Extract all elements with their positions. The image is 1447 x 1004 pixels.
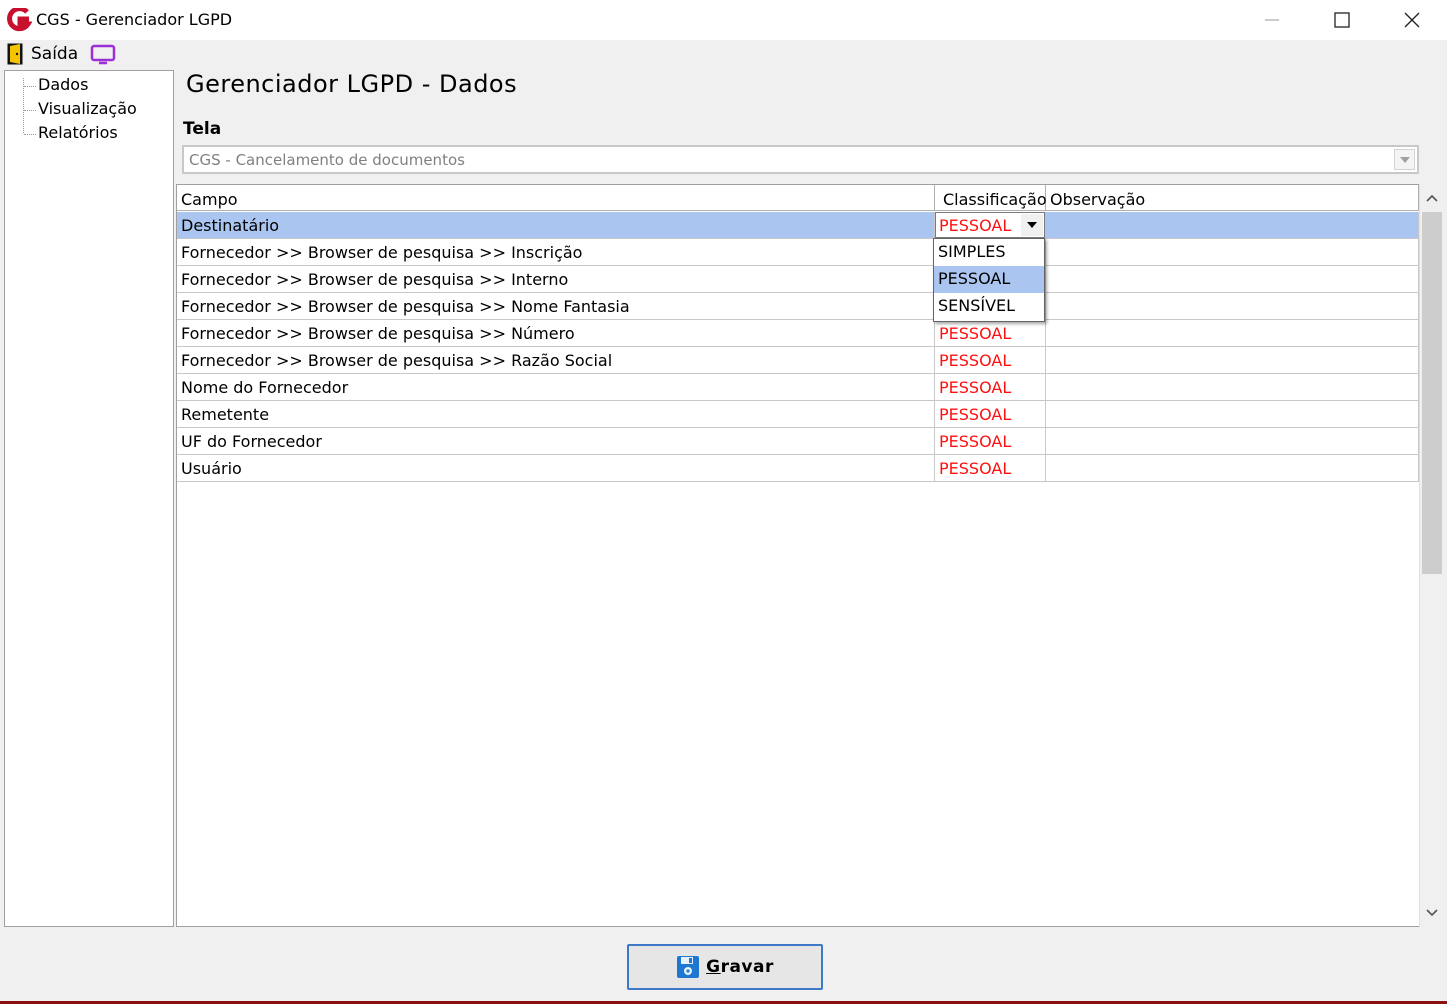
scroll-up-button[interactable]: [1420, 184, 1444, 212]
classificacao-editor-value[interactable]: PESSOAL: [939, 216, 1011, 235]
tela-label: Tela: [183, 119, 222, 139]
dropdown-option-sensivel[interactable]: SENSÍVEL: [934, 293, 1044, 320]
cell-observacao[interactable]: [1046, 212, 1419, 238]
table-row[interactable]: Usuário PESSOAL: [177, 455, 1419, 482]
classificacao-dropdown-list: SIMPLES PESSOAL SENSÍVEL: [933, 238, 1045, 322]
dropdown-option-simples[interactable]: SIMPLES: [934, 239, 1044, 266]
tree-connector: [24, 86, 36, 87]
tela-select-dropdown-button[interactable]: [1394, 149, 1415, 170]
table-row[interactable]: Fornecedor >> Browser de pesquisa >> Raz…: [177, 347, 1419, 374]
cell-observacao[interactable]: [1046, 266, 1419, 292]
classificacao-editor[interactable]: PESSOAL: [935, 212, 1045, 238]
cell-campo[interactable]: Destinatário: [177, 212, 935, 238]
menu-bar: [0, 40, 1447, 70]
tree-item-visualizacao[interactable]: Visualização: [38, 99, 137, 118]
table-row[interactable]: Nome do Fornecedor PESSOAL: [177, 374, 1419, 401]
tree-connector: [24, 110, 36, 111]
cell-campo[interactable]: UF do Fornecedor: [177, 428, 935, 454]
cell-observacao[interactable]: [1046, 239, 1419, 265]
cell-classificacao[interactable]: PESSOAL: [935, 374, 1046, 400]
tela-select[interactable]: CGS - Cancelamento de documentos: [182, 145, 1419, 174]
table-row[interactable]: Destinatário PESSOAL: [177, 212, 1419, 239]
table-row[interactable]: Fornecedor >> Browser de pesquisa >> Ins…: [177, 239, 1419, 266]
table-row[interactable]: Fornecedor >> Browser de pesquisa >> Int…: [177, 266, 1419, 293]
cell-classificacao[interactable]: PESSOAL: [935, 455, 1046, 481]
app-logo-icon: [6, 6, 33, 32]
navigation-tree: [4, 70, 174, 927]
column-header-campo[interactable]: Campo: [177, 185, 935, 211]
cell-classificacao[interactable]: PESSOAL: [935, 320, 1046, 346]
column-header-observacao[interactable]: Observação: [1046, 185, 1419, 211]
tree-connector: [24, 134, 36, 135]
save-button[interactable]: Gravar: [627, 944, 823, 990]
minimize-button[interactable]: [1237, 0, 1307, 40]
cell-observacao[interactable]: [1046, 347, 1419, 373]
tela-select-value: CGS - Cancelamento de documentos: [189, 151, 465, 169]
maximize-button[interactable]: [1307, 0, 1377, 40]
close-icon: [1404, 12, 1420, 28]
tree-item-dados[interactable]: Dados: [38, 75, 88, 94]
cell-campo[interactable]: Fornecedor >> Browser de pesquisa >> Nom…: [177, 293, 935, 319]
chevron-up-icon: [1426, 194, 1438, 202]
data-grid: Campo Classificação Observação Destinatá…: [176, 184, 1444, 927]
window-title: CGS - Gerenciador LGPD: [36, 10, 233, 29]
close-button[interactable]: [1377, 0, 1447, 40]
cell-observacao[interactable]: [1046, 401, 1419, 427]
cell-campo[interactable]: Remetente: [177, 401, 935, 427]
table-row[interactable]: Remetente PESSOAL: [177, 401, 1419, 428]
grid-header: Campo Classificação Observação: [177, 185, 1419, 211]
chevron-down-icon: [1426, 909, 1438, 917]
cell-campo[interactable]: Fornecedor >> Browser de pesquisa >> Raz…: [177, 347, 935, 373]
cell-classificacao[interactable]: PESSOAL: [935, 347, 1046, 373]
cell-observacao[interactable]: [1046, 293, 1419, 319]
cell-campo[interactable]: Nome do Fornecedor: [177, 374, 935, 400]
cell-campo[interactable]: Usuário: [177, 455, 935, 481]
exit-door-icon[interactable]: [7, 43, 23, 65]
cell-observacao[interactable]: [1046, 428, 1419, 454]
tree-item-relatorios[interactable]: Relatórios: [38, 123, 118, 142]
monitor-icon[interactable]: [90, 44, 116, 66]
minimize-icon: [1265, 19, 1279, 21]
table-row[interactable]: Fornecedor >> Browser de pesquisa >> Núm…: [177, 320, 1419, 347]
cell-classificacao[interactable]: PESSOAL: [935, 428, 1046, 454]
scroll-down-button[interactable]: [1420, 899, 1444, 927]
save-button-label: Gravar: [706, 957, 774, 977]
cell-campo[interactable]: Fornecedor >> Browser de pesquisa >> Ins…: [177, 239, 935, 265]
cell-classificacao[interactable]: PESSOAL: [935, 401, 1046, 427]
chevron-down-icon: [1027, 222, 1037, 228]
scroll-thumb[interactable]: [1422, 212, 1442, 574]
column-header-classificacao[interactable]: Classificação: [935, 185, 1047, 211]
dropdown-option-pessoal[interactable]: PESSOAL: [934, 266, 1044, 293]
menu-exit[interactable]: Saída: [31, 44, 78, 64]
cell-observacao[interactable]: [1046, 374, 1419, 400]
table-row[interactable]: UF do Fornecedor PESSOAL: [177, 428, 1419, 455]
page-title: Gerenciador LGPD - Dados: [186, 70, 518, 98]
maximize-icon: [1334, 12, 1350, 28]
cell-observacao[interactable]: [1046, 320, 1419, 346]
classificacao-dropdown-button[interactable]: [1021, 214, 1043, 236]
table-row[interactable]: Fornecedor >> Browser de pesquisa >> Nom…: [177, 293, 1419, 320]
cell-campo[interactable]: Fornecedor >> Browser de pesquisa >> Int…: [177, 266, 935, 292]
vertical-scrollbar[interactable]: [1419, 184, 1444, 927]
cell-observacao[interactable]: [1046, 455, 1419, 481]
chevron-down-icon: [1399, 156, 1410, 163]
floppy-disk-icon: [677, 956, 700, 978]
cell-campo[interactable]: Fornecedor >> Browser de pesquisa >> Núm…: [177, 320, 935, 346]
